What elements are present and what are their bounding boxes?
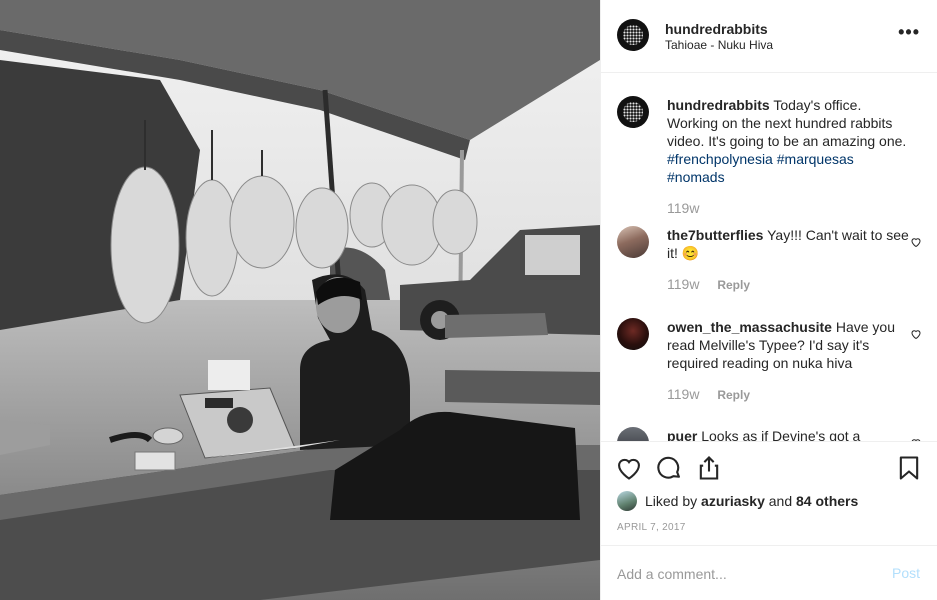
add-comment-bar: Post — [601, 545, 937, 600]
dot-pattern-logo-icon — [623, 25, 643, 45]
likes-summary: Liked by azuriasky and 84 others — [645, 493, 858, 509]
comment-body: owen_the_massachusite Have you read Melv… — [667, 318, 915, 372]
post-actions: Liked by azuriasky and 84 others APRIL 7… — [601, 441, 937, 545]
liked-by-and: and — [768, 493, 793, 509]
caption: hundredrabbits Today's office. Working o… — [617, 96, 922, 216]
heart-icon[interactable] — [615, 454, 643, 482]
like-comment-heart-icon[interactable] — [910, 328, 922, 340]
likes-others-link[interactable]: 84 others — [796, 493, 858, 509]
comment-username[interactable]: owen_the_massachusite — [667, 319, 832, 335]
commenter-avatar[interactable] — [617, 427, 649, 441]
comment-item: the7butterflies Yay!!! Can't wait to see… — [617, 226, 922, 301]
hashtag-link[interactable]: #marquesas — [777, 151, 854, 167]
more-horizontal-icon[interactable]: ••• — [898, 22, 920, 43]
post-comment-button[interactable]: Post — [892, 565, 920, 581]
liked-by-prefix: Liked by — [645, 493, 698, 509]
liked-by-user[interactable]: azuriasky — [701, 493, 765, 509]
bookmark-icon[interactable] — [895, 454, 923, 482]
caption-time[interactable]: 119w — [667, 200, 699, 216]
comment-meta: 119w Reply — [667, 386, 750, 402]
hashtag-link[interactable]: #nomads — [667, 169, 725, 185]
post-date[interactable]: APRIL 7, 2017 — [617, 522, 686, 533]
like-comment-heart-icon[interactable] — [910, 236, 922, 248]
reply-button[interactable]: Reply — [717, 388, 750, 402]
comment-meta: 119w Reply — [667, 276, 750, 292]
post-location[interactable]: Tahioae - Nuku Hiva — [665, 38, 773, 52]
comment-username[interactable]: puer — [667, 428, 697, 441]
commenter-avatar[interactable] — [617, 226, 649, 258]
reply-button[interactable]: Reply — [717, 278, 750, 292]
add-comment-input[interactable] — [617, 564, 867, 584]
comments-list[interactable]: hundredrabbits Today's office. Working o… — [601, 73, 937, 441]
comment-time[interactable]: 119w — [667, 276, 699, 292]
share-icon[interactable] — [695, 454, 723, 482]
caption-username[interactable]: hundredrabbits — [667, 97, 770, 113]
post-header: hundredrabbits Tahioae - Nuku Hiva ••• — [601, 0, 937, 73]
photo-illustration — [0, 0, 600, 600]
comment-body: the7butterflies Yay!!! Can't wait to see… — [667, 226, 915, 262]
caption-body: hundredrabbits Today's office. Working o… — [667, 96, 915, 186]
comment-item: owen_the_massachusite Have you read Melv… — [617, 318, 922, 408]
comment-icon[interactable] — [655, 454, 683, 482]
comment-username[interactable]: the7butterflies — [667, 227, 763, 243]
comment-body: puer Looks as if Devine's got a — [667, 427, 915, 441]
owner-avatar[interactable] — [617, 19, 649, 51]
instagram-post: hundredrabbits Tahioae - Nuku Hiva ••• h… — [0, 0, 937, 600]
owner-username[interactable]: hundredrabbits — [665, 21, 768, 37]
caption-meta: 119w — [667, 200, 699, 216]
comment-time[interactable]: 119w — [667, 386, 699, 402]
caption-avatar[interactable] — [617, 96, 649, 128]
hashtag-link[interactable]: #frenchpolynesia — [667, 151, 773, 167]
dot-pattern-logo-icon — [623, 102, 643, 122]
comment-item: puer Looks as if Devine's got a — [617, 427, 922, 441]
comment-text: Looks as if Devine's got a — [701, 428, 861, 441]
commenter-avatar[interactable] — [617, 318, 649, 350]
post-photo[interactable] — [0, 0, 600, 600]
post-sidebar: hundredrabbits Tahioae - Nuku Hiva ••• h… — [600, 0, 937, 600]
liker-avatar[interactable] — [617, 491, 637, 511]
